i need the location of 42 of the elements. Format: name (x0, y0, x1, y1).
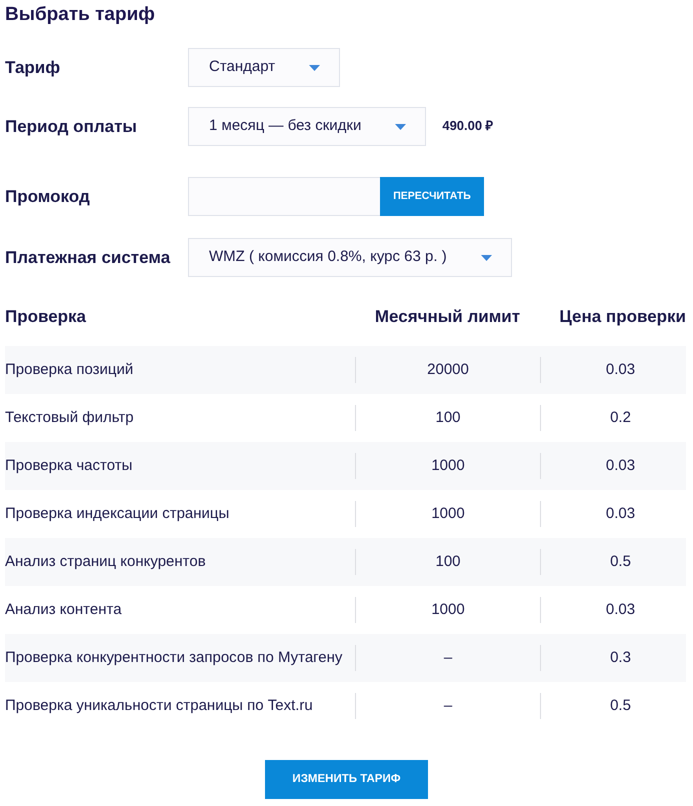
dropdown-select[interactable]: WMZ ( комиссия 0.8%, курс 63 р. ) (188, 238, 512, 277)
table-cell: 0.5 (540, 549, 686, 575)
dropdown-select[interactable]: Стандарт (188, 48, 340, 87)
column-header: Месячный лимит (374, 306, 520, 328)
caret-icon (395, 124, 406, 130)
table-cell: 0.5 (540, 693, 686, 719)
table-cell-text: Проверка уникальности страницы по Text.ru (5, 696, 314, 716)
promo-code-input[interactable] (188, 177, 380, 216)
table-cell-text: Проверка частоты (5, 456, 134, 476)
column-header: Цена проверки (559, 306, 686, 328)
field-label: Период оплаты (5, 116, 138, 138)
change-tariff-button[interactable]: ИЗМЕНИТЬ ТАРИФ (265, 760, 428, 799)
table-cell: – (355, 693, 540, 719)
table-cell: 0.3 (540, 645, 686, 671)
field-label: Тариф (5, 56, 62, 79)
field-label: Промокод (5, 186, 91, 208)
table-cell-text: Проверка конкурентности запросов по Мутагену (5, 648, 344, 668)
table-cell-text: Проверка позиций (5, 360, 134, 380)
table-cell: 0.03 (540, 501, 686, 527)
recalculate-button[interactable]: ПЕРЕСЧИТАТЬ (380, 177, 484, 216)
table-cell-text: Анализ страниц конкурентов (5, 552, 207, 572)
column-header: Проверка (5, 306, 86, 328)
table-cell: 0.03 (540, 357, 686, 383)
caret-icon (309, 64, 320, 70)
table-cell-text: Текстовый фильтр (5, 408, 135, 428)
table-cell: 0.03 (540, 597, 686, 623)
table-cell: 0.2 (540, 405, 686, 431)
table-cell: 20000 (355, 357, 540, 383)
table-cell: 100 (355, 405, 540, 431)
page-title: Выбрать тариф (5, 3, 155, 27)
table-cell: 100 (355, 549, 540, 575)
table-cell-text: Проверка индексации страницы (5, 504, 230, 524)
dropdown-select[interactable]: 1 месяц — без скидки (188, 107, 426, 146)
table-cell-text: Анализ контента (5, 600, 123, 620)
table-cell: 1000 (355, 501, 540, 527)
caret-icon (480, 254, 492, 260)
table-cell: 0.03 (540, 453, 686, 479)
price-text: 490.00 ₽ (442, 116, 494, 135)
table-cell: – (355, 645, 540, 671)
table-cell: 1000 (355, 453, 540, 479)
table-cell: 1000 (355, 597, 540, 623)
field-label: Платежная система (5, 246, 172, 269)
